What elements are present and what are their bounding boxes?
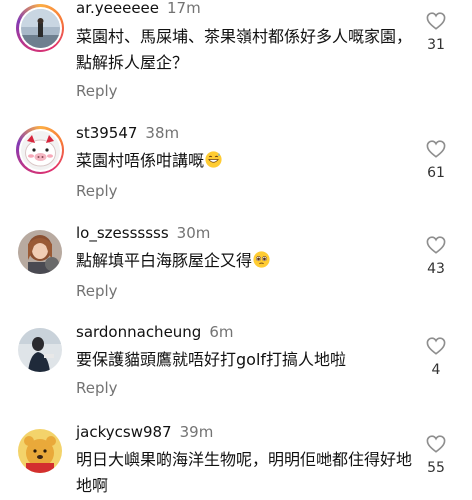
username[interactable]: sardonnacheung <box>76 323 201 341</box>
comment-text: 點解填平白海豚屋企又得 <box>76 248 416 274</box>
like-control: 4 <box>416 337 456 378</box>
comment-text-content: 菜園村唔係咁講嘅 <box>76 151 205 170</box>
username[interactable]: jackycsw987 <box>76 423 172 441</box>
avatar[interactable] <box>18 328 62 372</box>
comment-text: 菜園村唔係咁講嘅 <box>76 148 416 174</box>
username[interactable]: st39547 <box>76 124 137 142</box>
like-control: 61 <box>416 140 456 181</box>
comment-text: 明日大嶼果啲海洋生物呢，明明佢哋都住得好地地啊 <box>76 450 413 495</box>
like-control: 31 <box>416 12 456 53</box>
comment-text: 菜園村、馬屎埔、茶果嶺村都係好多人嘅家園，點解拆人屋企？ <box>76 27 413 72</box>
comment-header: st39547 38m <box>76 124 179 142</box>
reply-button[interactable]: Reply <box>76 82 118 100</box>
heart-icon[interactable] <box>426 435 446 453</box>
comment-text-content: 點解填平白海豚屋企又得 <box>76 251 253 270</box>
username[interactable]: ar.yeeeeee <box>76 0 159 17</box>
timestamp: 6m <box>209 323 234 341</box>
pleading-face-emoji-icon <box>253 251 270 268</box>
comment-header: jackycsw987 39m <box>76 423 213 441</box>
avatar[interactable] <box>16 4 64 52</box>
username[interactable]: lo_szessssss <box>76 224 169 242</box>
like-count: 61 <box>427 165 445 181</box>
grinning-sweat-emoji-icon <box>205 151 222 168</box>
reply-button[interactable]: Reply <box>76 182 118 200</box>
reply-button[interactable]: Reply <box>76 379 118 397</box>
reply-button[interactable]: Reply <box>76 282 118 300</box>
timestamp: 30m <box>176 224 211 242</box>
heart-icon[interactable] <box>426 236 446 254</box>
like-count: 31 <box>427 37 445 53</box>
like-count: 55 <box>427 460 445 476</box>
timestamp: 39m <box>179 423 214 441</box>
like-control: 43 <box>416 236 456 277</box>
timestamp: 38m <box>145 124 180 142</box>
timestamp: 17m <box>167 0 201 17</box>
heart-icon[interactable] <box>426 337 446 355</box>
comment-header: sardonnacheung 6m <box>76 323 234 341</box>
avatar[interactable] <box>16 126 64 174</box>
avatar[interactable] <box>18 429 62 473</box>
comment-header: lo_szessssss 30m <box>76 224 210 242</box>
like-control: 55 <box>416 435 456 476</box>
comment-text: 要保護貓頭鷹就唔好打golf打搞人地啦 <box>76 350 347 369</box>
heart-icon[interactable] <box>426 140 446 158</box>
comment-header: ar.yeeeeee 17m <box>76 0 201 17</box>
avatar[interactable] <box>18 230 62 274</box>
like-count: 4 <box>431 362 441 378</box>
heart-icon[interactable] <box>426 12 446 30</box>
like-count: 43 <box>427 261 445 277</box>
